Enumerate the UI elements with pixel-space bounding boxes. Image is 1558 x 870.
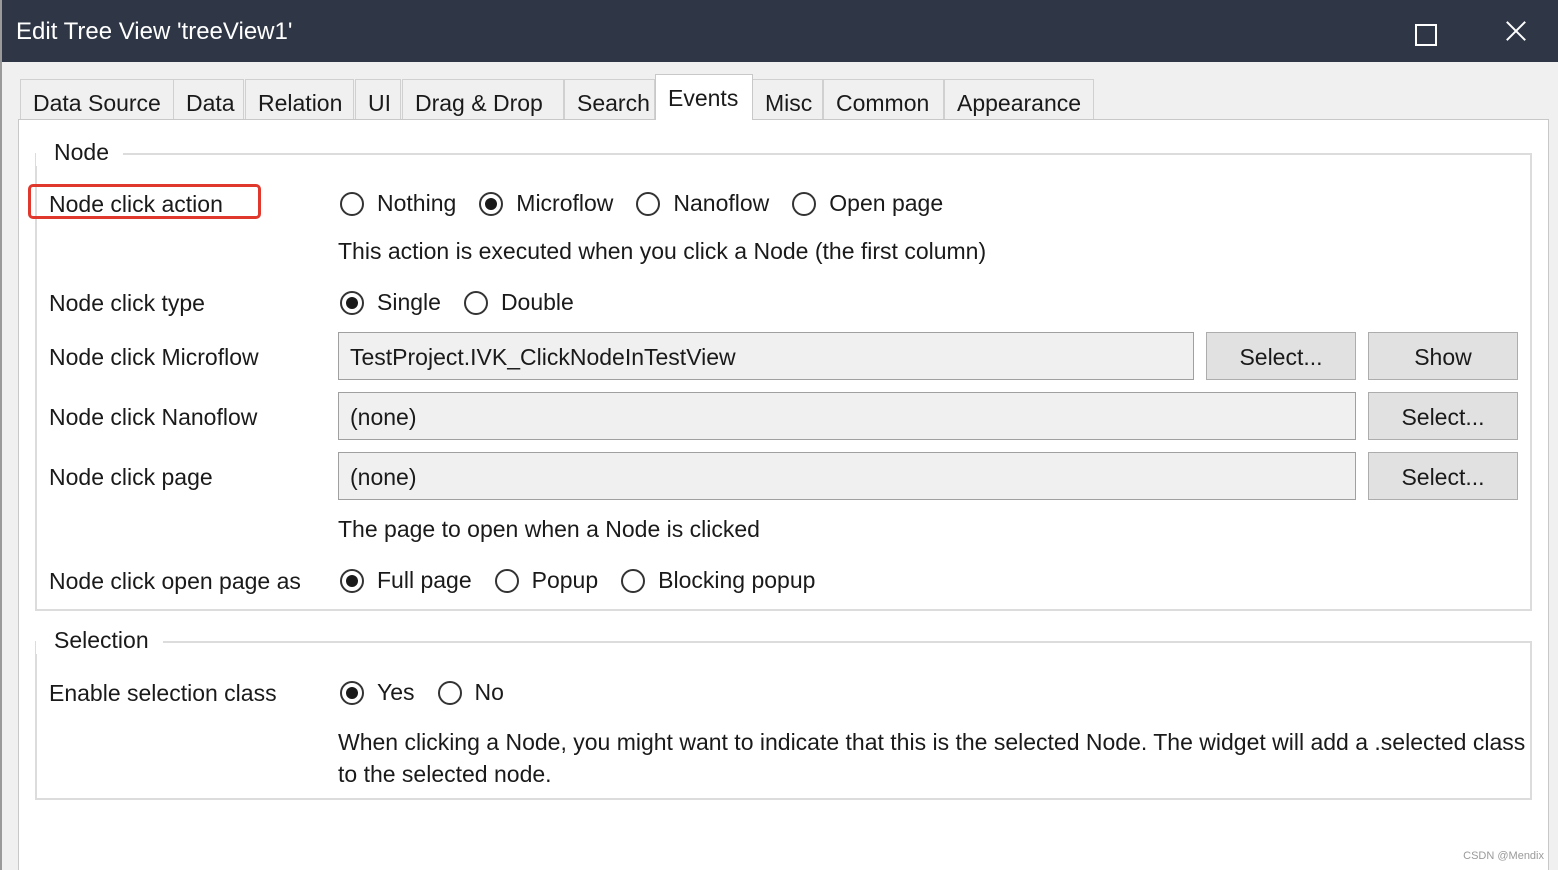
node-group bbox=[35, 153, 1532, 611]
radio-microflow[interactable]: Microflow bbox=[479, 190, 613, 217]
close-icon[interactable] bbox=[1498, 14, 1534, 50]
enable-selection-class-label: Enable selection class bbox=[49, 680, 277, 706]
node-click-page-help: The page to open when a Node is clicked bbox=[338, 516, 760, 542]
node-click-page-field[interactable]: (none) bbox=[338, 452, 1356, 500]
tab-appearance[interactable]: Appearance bbox=[944, 79, 1094, 119]
radio-circle bbox=[340, 290, 364, 315]
radio-circle bbox=[340, 680, 364, 705]
nanoflow-select-button[interactable]: Select... bbox=[1368, 392, 1518, 440]
tab-misc[interactable]: Misc bbox=[752, 79, 823, 119]
tab-drag-drop[interactable]: Drag & Drop bbox=[402, 79, 564, 119]
node-click-action-radios: Nothing Microflow Nanoflow Open page bbox=[340, 190, 966, 217]
edit-tree-view-dialog: Edit Tree View 'treeView1' Data Source D… bbox=[0, 0, 1558, 870]
window-title: Edit Tree View 'treeView1' bbox=[16, 18, 293, 45]
radio-circle bbox=[463, 290, 488, 315]
node-click-microflow-label: Node click Microflow bbox=[49, 344, 259, 370]
radio-circle bbox=[340, 191, 364, 216]
node-group-title: Node bbox=[36, 139, 123, 166]
maximize-icon[interactable] bbox=[1406, 14, 1442, 50]
enable-selection-class-radios: Yes No bbox=[340, 679, 527, 706]
tab-data[interactable]: Data bbox=[173, 79, 244, 119]
microflow-select-button[interactable]: Select... bbox=[1206, 332, 1356, 380]
highlight-box bbox=[28, 184, 261, 219]
radio-open-page[interactable]: Open page bbox=[792, 190, 943, 217]
node-click-nanoflow-field[interactable]: (none) bbox=[338, 392, 1356, 440]
tab-data-source[interactable]: Data Source bbox=[20, 79, 174, 119]
tab-common[interactable]: Common bbox=[823, 79, 944, 119]
radio-single[interactable]: Single bbox=[340, 289, 441, 316]
open-page-as-label: Node click open page as bbox=[49, 568, 301, 594]
radio-double[interactable]: Double bbox=[463, 289, 574, 316]
radio-yes[interactable]: Yes bbox=[340, 679, 415, 706]
title-bar[interactable]: Edit Tree View 'treeView1' bbox=[2, 0, 1558, 62]
tab-events[interactable]: Events bbox=[655, 74, 753, 120]
radio-nanoflow[interactable]: Nanoflow bbox=[636, 190, 769, 217]
radio-circle bbox=[636, 191, 661, 216]
radio-nothing[interactable]: Nothing bbox=[340, 190, 456, 217]
radio-no[interactable]: No bbox=[437, 679, 504, 706]
radio-popup[interactable]: Popup bbox=[494, 567, 598, 594]
radio-circle bbox=[621, 568, 646, 593]
radio-circle bbox=[340, 568, 364, 593]
enable-selection-class-help: When clicking a Node, you might want to … bbox=[338, 729, 1526, 787]
radio-circle bbox=[479, 191, 504, 216]
node-click-page-label: Node click page bbox=[49, 464, 213, 490]
selection-group-title: Selection bbox=[36, 627, 163, 654]
node-click-action-help: This action is executed when you click a… bbox=[338, 238, 987, 264]
radio-circle bbox=[494, 568, 519, 593]
radio-full-page[interactable]: Full page bbox=[340, 567, 472, 594]
node-click-nanoflow-label: Node click Nanoflow bbox=[49, 404, 258, 430]
microflow-show-button[interactable]: Show bbox=[1368, 332, 1518, 380]
tab-search[interactable]: Search bbox=[564, 79, 655, 119]
node-click-microflow-field[interactable]: TestProject.IVK_ClickNodeInTestView bbox=[338, 332, 1194, 380]
radio-circle bbox=[792, 191, 817, 216]
tab-relation[interactable]: Relation bbox=[245, 79, 354, 119]
radio-blocking-popup[interactable]: Blocking popup bbox=[621, 567, 815, 594]
node-click-type-label: Node click type bbox=[49, 290, 205, 316]
radio-circle bbox=[437, 680, 462, 705]
open-page-as-radios: Full page Popup Blocking popup bbox=[340, 567, 838, 594]
page-select-button[interactable]: Select... bbox=[1368, 452, 1518, 500]
tab-ui[interactable]: UI bbox=[355, 79, 401, 119]
watermark: CSDN @Mendix bbox=[1463, 850, 1544, 862]
node-click-type-radios: Single Double bbox=[340, 289, 597, 316]
